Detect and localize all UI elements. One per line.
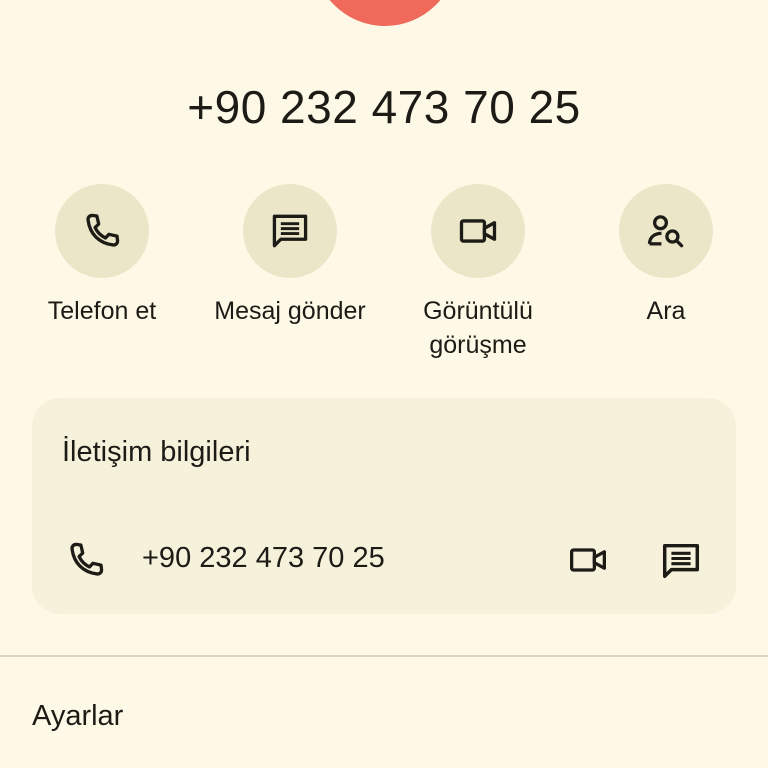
phone-icon <box>86 213 120 247</box>
contact-info-card: İletişim bilgileri +90 232 473 70 25 <box>32 398 736 614</box>
contact-phone-title: +90 232 473 70 25 <box>187 81 581 133</box>
search-action-label: Ara <box>646 297 686 325</box>
search-action[interactable]: Ara <box>572 184 760 328</box>
message-action-label: Mesaj gönder <box>214 297 366 325</box>
video-call-action-circle[interactable] <box>431 184 525 278</box>
section-divider <box>0 655 768 657</box>
video-call-action-label: Görüntülü görüşme <box>423 297 533 359</box>
settings-item[interactable]: Ayarlar <box>32 698 123 734</box>
contact-avatar <box>313 0 457 26</box>
call-action-label: Telefon et <box>47 297 157 325</box>
video-call-icon[interactable] <box>566 540 610 580</box>
person-search-icon <box>647 215 684 248</box>
contact-phone-number: +90 232 473 70 25 <box>142 542 385 574</box>
message-action[interactable]: Mesaj gönder <box>196 184 384 328</box>
message-action-circle[interactable] <box>243 184 337 278</box>
video-call-action[interactable]: Görüntülü görüşme <box>384 184 572 362</box>
video-call-icon <box>459 219 497 243</box>
contact-info-title: İletişim bilgileri <box>62 436 251 468</box>
message-icon[interactable] <box>658 538 704 584</box>
message-icon <box>272 214 308 248</box>
phone-icon[interactable] <box>64 538 108 582</box>
contact-phone-row[interactable]: +90 232 473 70 25 <box>32 528 736 588</box>
search-action-circle[interactable] <box>619 184 713 278</box>
quick-actions: Telefon et Mesaj gönder Görüntülü görüşm… <box>0 184 768 374</box>
call-action-circle[interactable] <box>55 184 149 278</box>
call-action[interactable]: Telefon et <box>8 184 196 328</box>
